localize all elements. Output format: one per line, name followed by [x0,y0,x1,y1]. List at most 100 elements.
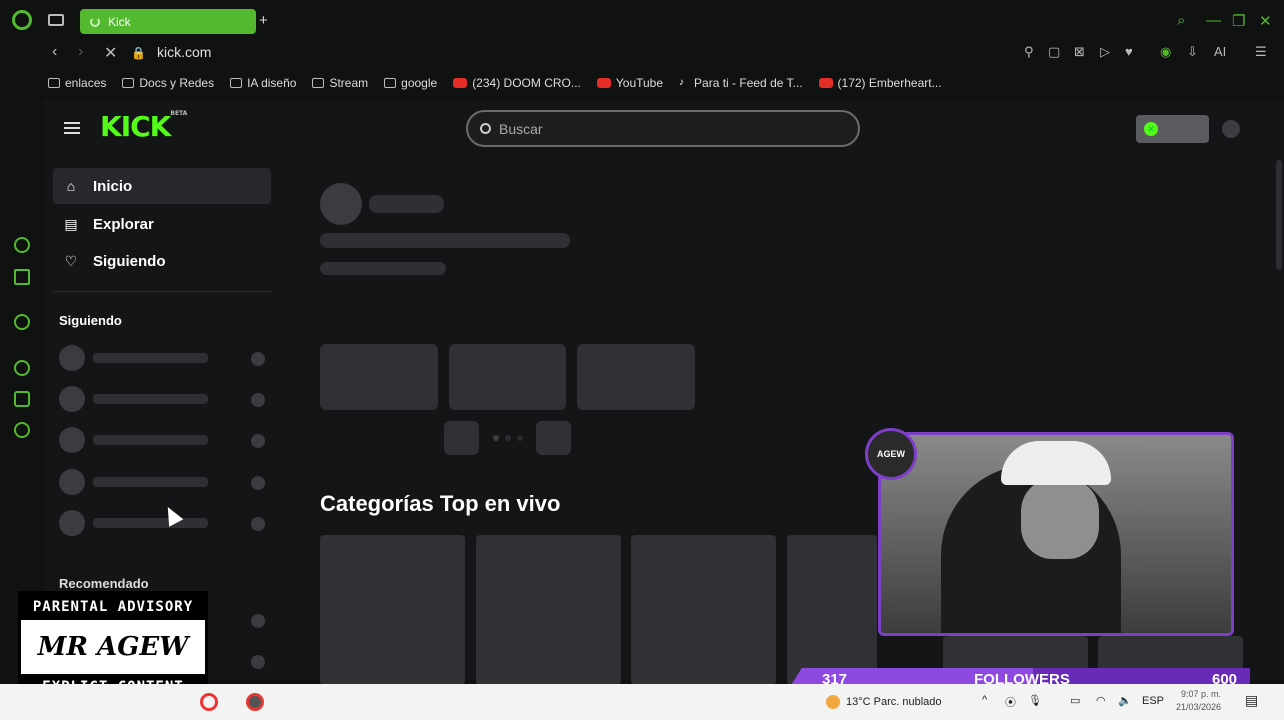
skeleton-carousel-card [449,344,566,410]
recommended-section-title: Recomendado [59,576,149,591]
taskbar-opera-icon[interactable] [200,693,218,711]
nav-explorar[interactable]: ▤ Explorar [53,206,271,242]
compass-icon: ▤ [64,216,78,232]
record-icon[interactable]: ⦿ [1005,694,1016,710]
tiktok-icon: ♪ [679,77,685,88]
skeleton-category-card [631,535,776,685]
notifications-icon[interactable]: ▤ [1245,692,1258,709]
easy-setup-icon[interactable]: ☰ [1255,44,1267,60]
snapshot-icon[interactable]: ▢ [1048,44,1060,60]
bookmark-item[interactable]: IA diseño [230,76,296,90]
weather-widget[interactable]: 13°C Parc. nublado [826,695,942,709]
url-field[interactable]: kick.com [157,44,211,60]
extensions-icon[interactable] [14,391,30,407]
weather-text: 13°C Parc. nublado [846,696,942,708]
skeleton-line [93,353,208,363]
forward-button[interactable]: › [78,43,83,61]
carousel-dot[interactable] [517,435,523,441]
clock[interactable]: 9:07 p. m. 21/03/2026 [1176,688,1221,714]
nav-siguiendo[interactable]: ♡ Siguiendo [53,243,271,279]
bookmark-item[interactable]: (234) DOOM CRO... [453,76,581,90]
kick-logo[interactable]: KICKBETA [100,110,187,143]
bookmark-label: YouTube [615,76,664,90]
minimize-button[interactable]: — [1206,12,1221,29]
carousel-prev-button[interactable] [444,421,479,455]
ai-button[interactable]: AI [1214,44,1226,59]
skeleton-category-card [787,535,877,685]
search-input[interactable]: Buscar [466,110,860,147]
opera-logo-icon[interactable] [12,10,32,30]
skeleton-line [93,477,208,487]
skeleton-carousel-card [577,344,695,410]
carousel-dot[interactable] [505,435,511,441]
search-icon [480,123,491,134]
clock-date: 21/03/2026 [1176,702,1222,712]
skeleton-line [320,233,570,248]
skeleton-dot [251,655,265,669]
nav-divider [53,291,271,292]
skeleton-dot [251,352,265,366]
bookmark-item[interactable]: google [384,76,437,90]
bookmark-label: (172) Emberheart... [837,76,942,90]
whatsapp-icon[interactable] [14,314,30,330]
clock-time: 9:07 p. m. [1181,689,1222,699]
webcam-overlay [878,432,1234,636]
bookmark-label: google [401,76,438,90]
crypto-wallet-icon[interactable] [14,269,30,285]
aria-icon[interactable] [14,237,30,253]
folder-icon [122,78,135,88]
skeleton-avatar [59,386,85,412]
bookmark-item[interactable]: Docs y Redes [122,76,214,90]
nav-inicio[interactable]: ⌂ Inicio [53,168,271,204]
download-icon[interactable]: ⇩ [1187,44,1198,60]
skeleton-avatar [59,427,85,453]
lock-icon: 🔒 [131,46,146,60]
adblock-icon[interactable]: ⊠ [1074,44,1085,60]
stop-loading-button[interactable]: ✕ [104,43,117,63]
skeleton-category-card [476,535,621,685]
pin-icon[interactable]: ⚲ [1024,44,1034,60]
volume-icon[interactable]: 🔈 [1118,694,1132,707]
skeleton-dot [251,393,265,407]
categories-section-title: Categorías Top en vivo [320,491,561,516]
skeleton-avatar [59,345,85,371]
language-indicator[interactable]: ESP [1142,695,1164,707]
player-icon[interactable]: ▷ [1100,44,1110,60]
carousel-dot[interactable] [493,435,499,441]
bookmark-label: enlaces [65,76,107,90]
user-status-icon: ✕ [1144,122,1158,136]
hamburger-menu-icon[interactable] [64,122,80,134]
parental-advisory-graffiti: MR AGEW [21,620,205,674]
bookmark-item[interactable]: YouTube [596,76,664,90]
microphone-icon[interactable]: 🎙 [1028,694,1042,707]
carousel-next-button[interactable] [536,421,571,455]
new-tab-button[interactable]: + [259,12,268,29]
favorites-icon[interactable]: ♥ [1125,44,1133,59]
browser-tab-kick[interactable]: Kick [80,9,256,34]
bookmark-item[interactable]: (172) Emberheart... [818,76,942,90]
taskbar-app-icon[interactable] [246,693,264,711]
login-button[interactable]: ✕ [1136,115,1209,143]
search-tabs-icon[interactable]: ⌕ [1177,12,1185,29]
nav-label: Inicio [93,177,133,195]
skeleton-avatar [59,510,85,536]
bookmark-item[interactable]: enlaces [48,76,106,90]
tab-overview-icon[interactable] [48,14,64,26]
bookmark-item[interactable]: ♪ Para ti - Feed de T... [679,76,803,90]
settings-gear-icon[interactable] [14,422,30,438]
folder-icon [312,78,325,88]
back-button[interactable]: ‹ [52,43,57,61]
battery-icon[interactable]: ▭ [1070,694,1080,707]
folder-icon [230,78,243,88]
bookmark-item[interactable]: Stream [312,76,368,90]
avatar[interactable] [1222,120,1240,138]
skeleton-dot [251,434,265,448]
skeleton-line [320,262,446,275]
extension-icon[interactable]: ◉ [1160,44,1171,60]
system-tray-chevron-icon[interactable]: ^ [982,694,987,706]
scrollbar[interactable] [1276,160,1282,270]
history-icon[interactable] [14,360,30,376]
close-window-button[interactable]: ✕ [1259,12,1272,30]
maximize-button[interactable]: ❐ [1232,12,1245,30]
wifi-icon[interactable]: ◠ [1096,694,1106,707]
